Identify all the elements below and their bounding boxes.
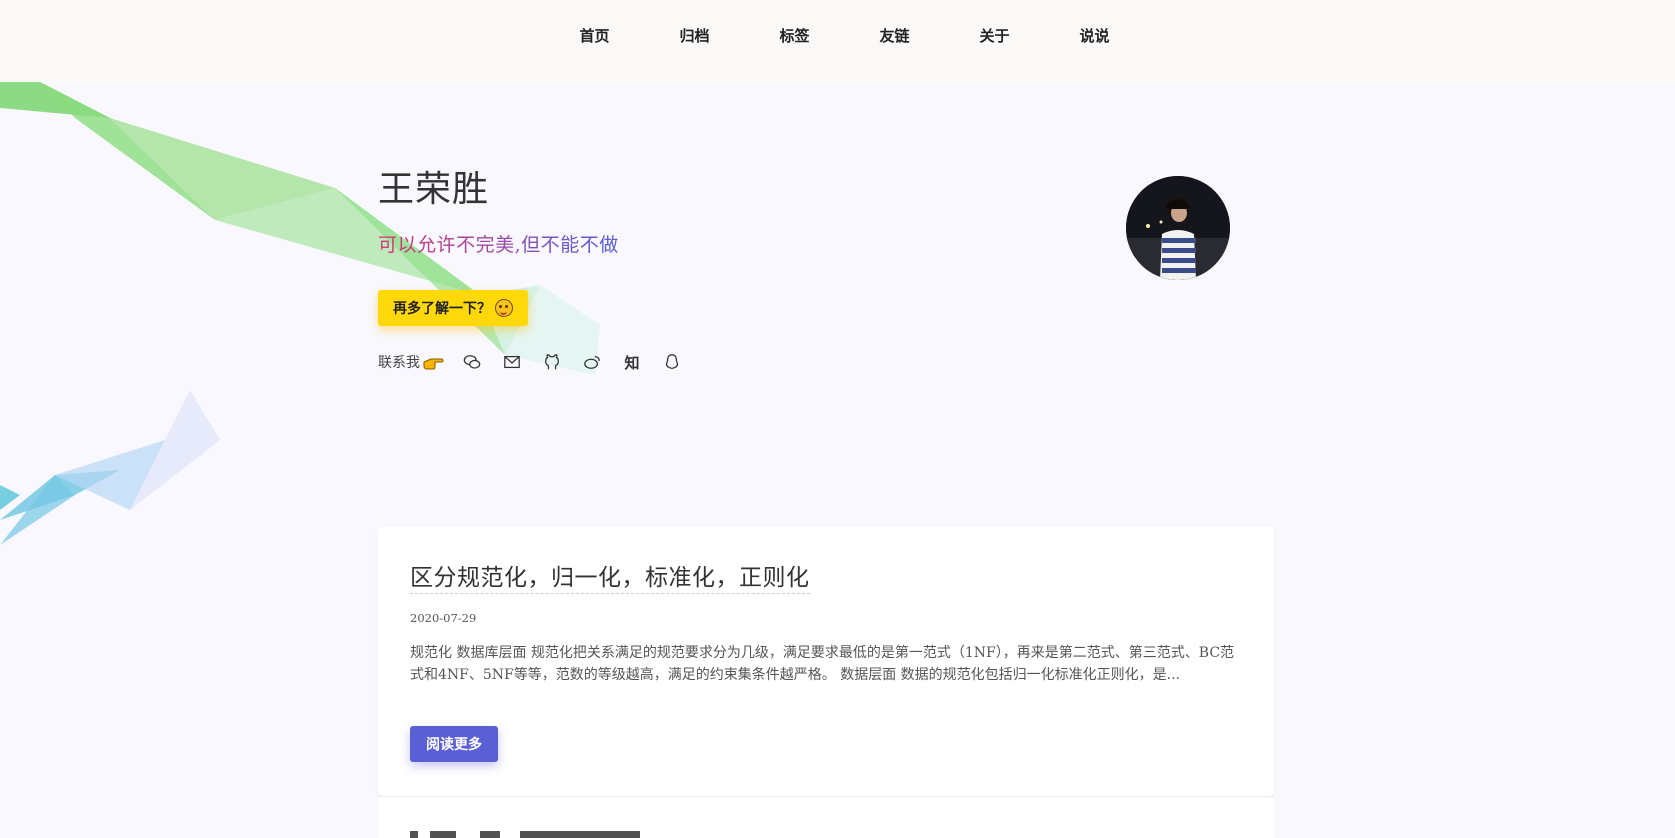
grinning-emoji-icon <box>495 299 513 317</box>
nav-item-links[interactable]: 友链 <box>845 25 945 46</box>
post-card: 区分规范化，归一化，标准化，正则化 2020-07-29 规范化 数据库层面 规… <box>378 526 1274 796</box>
nav-item-home[interactable]: 首页 <box>545 25 645 46</box>
contact-row: 联系我 知 <box>378 352 1228 372</box>
zhihu-icon[interactable]: 知 <box>622 352 642 372</box>
motto: 可以允许不完美,但不能不做 <box>378 234 619 256</box>
nav-item-moments[interactable]: 说说 <box>1045 25 1145 46</box>
next-post-card <box>378 796 1274 838</box>
learn-more-label: 再多了解一下？ <box>393 301 491 317</box>
wechat-icon[interactable] <box>462 352 482 372</box>
post-title[interactable]: 区分规范化，归一化，标准化，正则化 <box>410 558 810 594</box>
github-icon[interactable] <box>542 352 562 372</box>
post-excerpt: 规范化 数据库层面 规范化把关系满足的规范要求分为几级，满足要求最低的是第一范式… <box>410 645 1235 683</box>
site-title: 王荣胜 <box>378 169 490 210</box>
nav-item-archive[interactable]: 归档 <box>645 25 745 46</box>
learn-more-button[interactable]: 再多了解一下？ <box>378 290 528 326</box>
nav-item-tags[interactable]: 标签 <box>745 25 845 46</box>
nav-item-about[interactable]: 关于 <box>945 25 1045 46</box>
nav-menu: 首页 归档 标签 友链 关于 说说 <box>545 25 1145 46</box>
mail-icon[interactable] <box>502 352 522 372</box>
avatar[interactable] <box>1126 176 1230 280</box>
post-date: 2020-07-29 <box>410 611 477 625</box>
avatar-photo <box>1126 176 1230 280</box>
contact-label: 联系我 <box>378 355 420 371</box>
weibo-icon[interactable] <box>582 352 602 372</box>
top-nav: 首页 归档 标签 友链 关于 说说 <box>0 0 1675 82</box>
hero-section: 王荣胜 可以允许不完美,但不能不做 再多了解一下？ 联系我 知 <box>378 160 1228 372</box>
next-post-title-partial <box>410 831 640 838</box>
qq-icon[interactable] <box>662 352 682 372</box>
read-more-button[interactable]: 阅读更多 <box>410 726 498 762</box>
pointing-hand-icon <box>423 358 444 370</box>
